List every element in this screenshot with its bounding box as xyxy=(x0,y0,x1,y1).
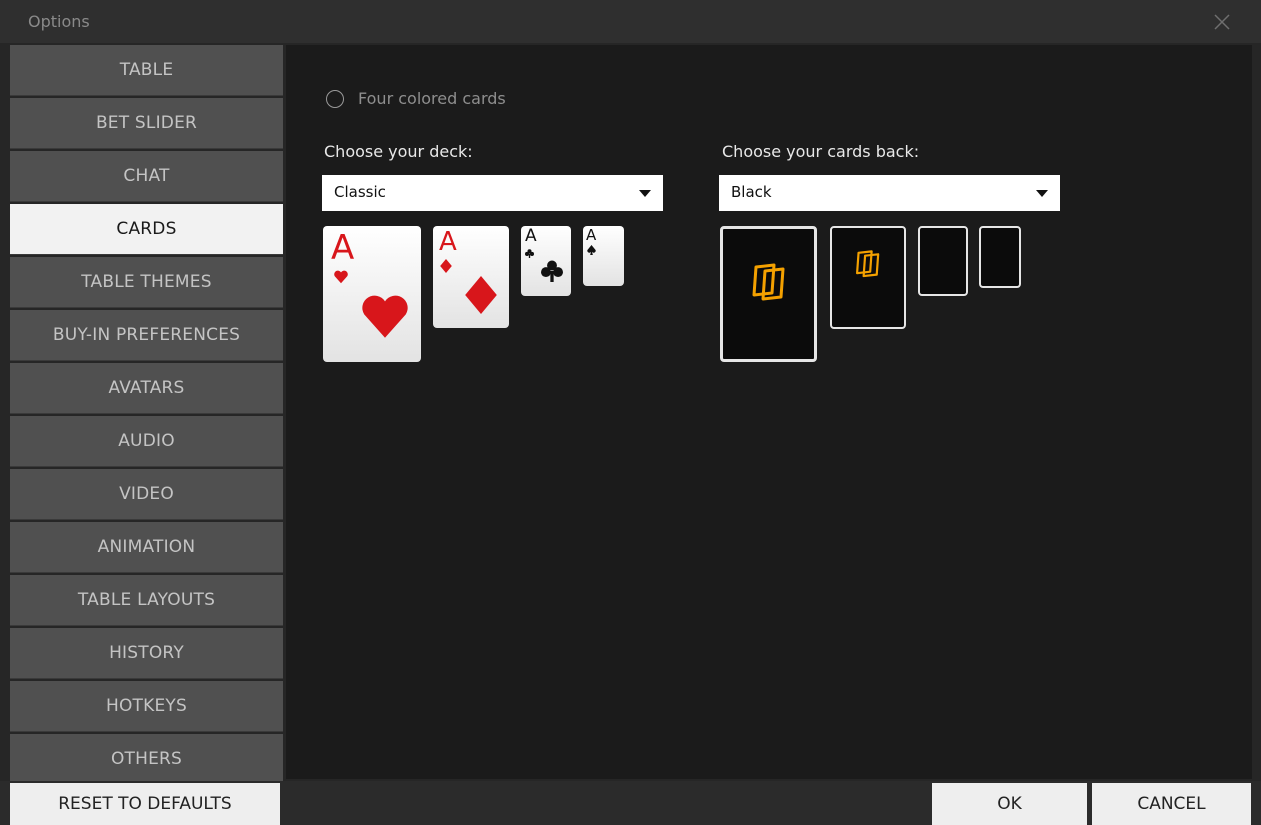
card-back-preview-smallest[interactable] xyxy=(979,226,1021,288)
four-colored-cards-label: Four colored cards xyxy=(358,89,506,108)
card-rank: A xyxy=(525,226,537,246)
sidebar-item-chat[interactable]: CHAT xyxy=(10,151,283,202)
cards-back-select[interactable]: Black xyxy=(719,175,1060,211)
diamond-suit-icon xyxy=(440,259,452,273)
sidebar-item-avatars[interactable]: AVATARS xyxy=(10,363,283,414)
card-rank: A xyxy=(439,227,457,257)
sidebar-item-hotkeys[interactable]: HOTKEYS xyxy=(10,681,283,732)
deck-select[interactable]: Classic xyxy=(322,175,663,211)
deck-select-value: Classic xyxy=(334,183,386,201)
cards-back-select-value: Black xyxy=(731,183,772,201)
deck-preview-small[interactable]: A xyxy=(521,226,571,296)
sidebar-item-video[interactable]: VIDEO xyxy=(10,469,283,520)
chevron-down-icon xyxy=(639,190,651,197)
diamond-suit-icon xyxy=(465,276,497,314)
sidebar-item-buy-in-preferences[interactable]: BUY-IN PREFERENCES xyxy=(10,310,283,361)
deck-label: Choose your deck: xyxy=(324,142,473,161)
sidebar-item-table-layouts[interactable]: TABLE LAYOUTS xyxy=(10,575,283,626)
close-icon[interactable] xyxy=(1212,12,1232,32)
card-rank: A xyxy=(331,228,355,268)
cards-back-label: Choose your cards back: xyxy=(722,142,920,161)
club-suit-icon xyxy=(525,249,534,258)
sidebar-item-table-themes[interactable]: TABLE THEMES xyxy=(10,257,283,308)
reset-to-defaults-button[interactable]: RESET TO DEFAULTS xyxy=(10,783,280,825)
card-back-preview-medium[interactable] xyxy=(830,226,906,329)
spade-suit-icon xyxy=(587,245,596,255)
deck-preview-large[interactable]: A xyxy=(323,226,421,362)
club-suit-icon xyxy=(541,260,563,282)
sidebar-item-audio[interactable]: AUDIO xyxy=(10,416,283,467)
sidebar-item-bet-slider[interactable]: BET SLIDER xyxy=(10,98,283,149)
sidebar-item-history[interactable]: HISTORY xyxy=(10,628,283,679)
card-back-preview-large[interactable] xyxy=(720,226,817,362)
four-colored-cards-radio[interactable] xyxy=(326,90,344,108)
sidebar-item-table[interactable]: TABLE xyxy=(10,45,283,96)
heart-suit-icon xyxy=(362,295,408,338)
card-rank: A xyxy=(586,226,597,244)
deck-preview-smallest[interactable]: A xyxy=(583,226,624,286)
deck-preview-medium[interactable]: A xyxy=(433,226,509,328)
cancel-button[interactable]: CANCEL xyxy=(1092,783,1251,825)
ok-button[interactable]: OK xyxy=(932,783,1087,825)
cards-settings-panel: Four colored cards Choose your deck: Cla… xyxy=(286,45,1252,779)
brand-logo-icon xyxy=(752,263,785,301)
title-bar: Options xyxy=(0,0,1261,43)
sidebar-item-others[interactable]: OTHERS xyxy=(10,734,283,785)
chevron-down-icon xyxy=(1036,190,1048,197)
options-window: Options TABLE BET SLIDER CHAT CARDS TABL… xyxy=(0,0,1261,825)
sidebar-item-cards[interactable]: CARDS xyxy=(10,204,283,255)
heart-suit-icon xyxy=(334,270,348,284)
sidebar-item-animation[interactable]: ANIMATION xyxy=(10,522,283,573)
brand-logo-icon xyxy=(855,250,880,278)
window-title: Options xyxy=(28,12,90,31)
card-back-preview-small[interactable] xyxy=(918,226,968,296)
